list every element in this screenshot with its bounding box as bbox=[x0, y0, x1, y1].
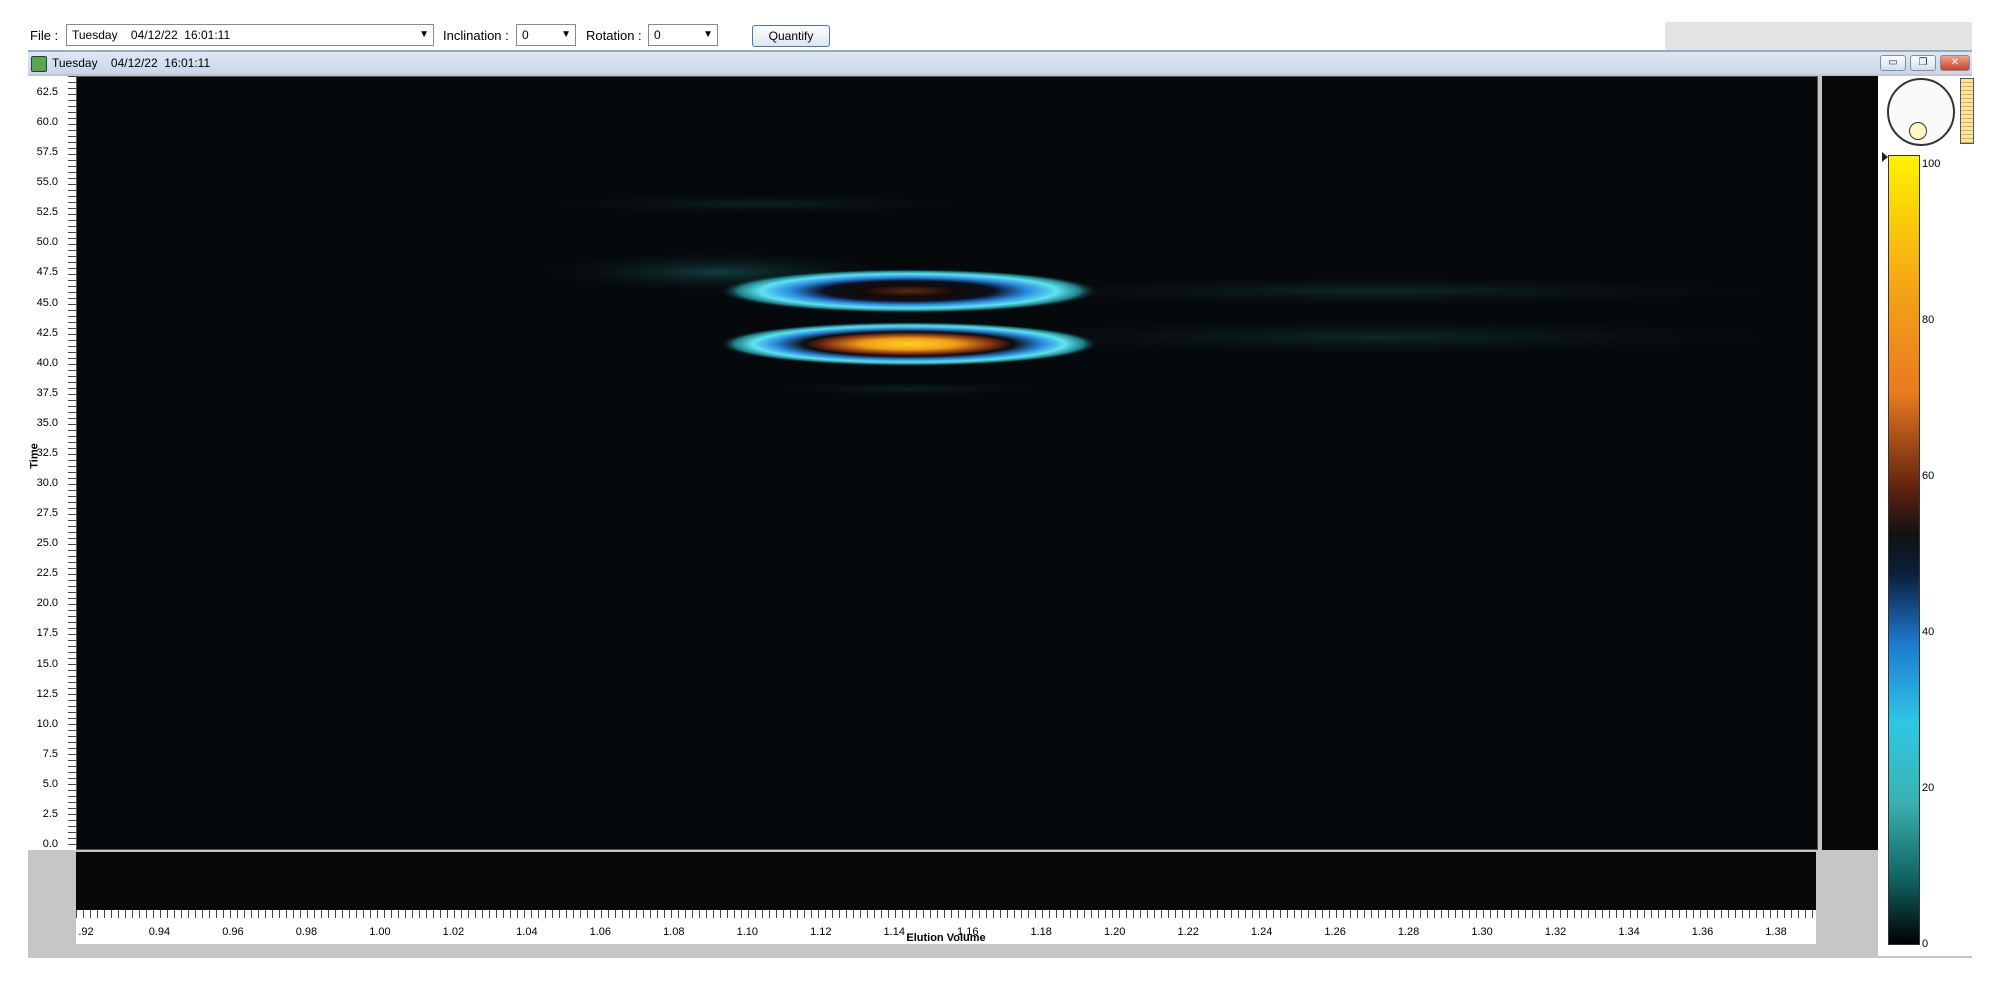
x-tick-label: 1.02 bbox=[442, 926, 465, 938]
window-title: Tuesday 04/12/22 16:01:11 bbox=[52, 56, 211, 70]
x-tick-label: 1.06 bbox=[589, 926, 612, 938]
quantify-button[interactable]: Quantify bbox=[752, 25, 830, 47]
y-tick-label: 42.5 bbox=[36, 326, 58, 339]
window-titlebar[interactable]: Tuesday 04/12/22 16:01:11 bbox=[28, 52, 1972, 74]
y-tick-label: 45.0 bbox=[36, 296, 58, 309]
y-tick-label: 12.5 bbox=[36, 687, 58, 700]
y-tick-label: 57.5 bbox=[36, 146, 58, 159]
colorbar-tick-label: 60 bbox=[1922, 470, 1935, 482]
x-tick-label: 1.28 bbox=[1397, 926, 1420, 938]
faint-band bbox=[527, 192, 987, 216]
y-tick-label: 22.5 bbox=[36, 567, 58, 580]
side-projection-panel bbox=[1822, 76, 1878, 850]
minimize-icon[interactable]: ▭ bbox=[1880, 55, 1906, 71]
y-tick-label: 47.5 bbox=[36, 266, 58, 279]
chevron-down-icon[interactable]: ▼ bbox=[419, 25, 429, 45]
file-select[interactable]: Tuesday 04/12/22 16:01:11 ▼ bbox=[66, 24, 434, 46]
y-tick-label: 27.5 bbox=[36, 507, 58, 520]
x-tick-label: 1.38 bbox=[1765, 926, 1787, 938]
restore-icon[interactable]: ❐ bbox=[1910, 55, 1936, 71]
x-tick-label: 0.98 bbox=[295, 926, 318, 938]
y-tick-label: 10.0 bbox=[36, 717, 58, 730]
x-tick-label: 1.36 bbox=[1691, 926, 1714, 938]
y-tick-label: 35.0 bbox=[36, 416, 58, 429]
knob-handle-icon[interactable] bbox=[1909, 122, 1927, 140]
colorbar bbox=[1888, 155, 1920, 945]
y-tick-label: 62.5 bbox=[36, 86, 58, 98]
y-tick-label: 2.5 bbox=[42, 807, 58, 820]
y-tick-label: 15.0 bbox=[36, 657, 58, 670]
close-icon[interactable]: ✕ bbox=[1940, 55, 1970, 71]
bottom-projection-panel bbox=[76, 852, 1816, 910]
heatmap-svg bbox=[527, 192, 1817, 397]
y-axis-label: Time bbox=[28, 443, 41, 469]
x-tick-label: 1.26 bbox=[1324, 926, 1346, 938]
chevron-down-icon[interactable]: ▼ bbox=[703, 25, 713, 45]
y-axis: 62.5 60.0 57.5 55.0 52.5 50.0 47.5 45.0 42.5 40.0… bbox=[28, 76, 76, 850]
colorbar-tick-label: 20 bbox=[1922, 782, 1935, 794]
x-tick-label: 1.04 bbox=[516, 926, 538, 938]
colorbar-tick-label: 40 bbox=[1922, 626, 1935, 638]
x-axis-ruler bbox=[76, 910, 1816, 918]
y-tick-label: 37.5 bbox=[36, 386, 58, 399]
y-tick-label: 0.0 bbox=[42, 838, 58, 850]
y-tick-label: 52.5 bbox=[36, 206, 58, 219]
x-tick-label: 0.96 bbox=[222, 926, 244, 938]
colorbar-tick-label: 80 bbox=[1922, 314, 1935, 326]
y-tick-label: 55.0 bbox=[36, 176, 58, 189]
rotation-label: Rotation : bbox=[586, 28, 642, 43]
x-axis-label: Elution Volume bbox=[906, 932, 986, 944]
x-tick-label: 1.08 bbox=[663, 926, 685, 938]
x-tick-label: 0.94 bbox=[148, 926, 171, 938]
app-icon bbox=[31, 56, 47, 72]
x-tick-label: 1.14 bbox=[883, 926, 905, 938]
file-label: File : bbox=[30, 28, 59, 43]
x-tick-label: 1.32 bbox=[1544, 926, 1567, 938]
y-tick-label: 40.0 bbox=[36, 356, 58, 369]
x-tick-label: 1.22 bbox=[1177, 926, 1199, 938]
x-tick-label: 1.34 bbox=[1618, 926, 1640, 938]
x-tick-label: 1.30 bbox=[1471, 926, 1493, 938]
y-axis-ruler bbox=[68, 76, 76, 850]
faint-below bbox=[759, 381, 1059, 397]
inclination-select[interactable]: 0 ▼ bbox=[516, 24, 576, 46]
y-tick-label: 50.0 bbox=[36, 236, 58, 249]
y-tick-label: 20.0 bbox=[36, 597, 58, 610]
file-select-value: Tuesday 04/12/22 16:01:11 bbox=[72, 28, 231, 42]
peak-upper bbox=[719, 269, 1099, 313]
scroll-handle[interactable] bbox=[1960, 78, 1974, 144]
x-tick-label: 1.20 bbox=[1103, 926, 1126, 938]
x-tick-label: 1.18 bbox=[1030, 926, 1052, 938]
heatmap-plot[interactable] bbox=[76, 76, 1818, 850]
y-tick-label: 25.0 bbox=[36, 537, 58, 550]
x-axis: .92 0.94 0.96 0.98 1.00 1.02 1.04 1.06 1.08 1.10 1… bbox=[76, 910, 1816, 944]
y-tick-label: 7.5 bbox=[42, 747, 58, 760]
x-tick-label: .92 bbox=[78, 926, 94, 938]
x-tick-label: 1.10 bbox=[736, 926, 759, 938]
y-tick-label: 5.0 bbox=[42, 777, 58, 790]
x-tick-label: 1.12 bbox=[810, 926, 832, 938]
y-tick-label: 17.5 bbox=[36, 627, 58, 640]
rotation-select[interactable]: 0 ▼ bbox=[648, 24, 718, 46]
inclination-label: Inclination : bbox=[443, 28, 509, 43]
rotation-value: 0 bbox=[654, 28, 661, 42]
y-tick-label: 30.0 bbox=[36, 477, 58, 490]
peak-lower bbox=[719, 322, 1099, 366]
x-tick-label: 1.00 bbox=[369, 926, 391, 938]
colorbar-tick-label: 100 bbox=[1922, 158, 1941, 170]
toolbar-gray-area bbox=[1665, 22, 1972, 50]
colorbar-tick-label: 0 bbox=[1922, 938, 1929, 950]
x-tick-label: 1.24 bbox=[1250, 926, 1273, 938]
y-tick-label: 60.0 bbox=[36, 116, 58, 129]
inclination-value: 0 bbox=[522, 28, 529, 42]
chevron-down-icon[interactable]: ▼ bbox=[561, 25, 571, 45]
